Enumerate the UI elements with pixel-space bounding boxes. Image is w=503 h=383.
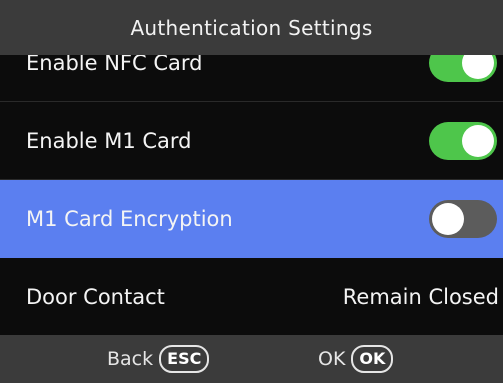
back-label: Back (107, 348, 154, 370)
m1-card-encryption-toggle[interactable] (429, 199, 497, 238)
setting-row-m1-card[interactable]: Enable M1 Card (0, 102, 503, 180)
toggle-knob (432, 202, 464, 235)
door-contact-value: Remain Closed (342, 284, 499, 309)
screen: Authentication Settings Enable NFC Card … (0, 0, 503, 383)
back-button[interactable]: Back ESC (107, 345, 210, 373)
page-title: Authentication Settings (0, 0, 503, 55)
footer-bar: Back ESC OK OK (0, 335, 503, 383)
esc-key-icon: ESC (159, 345, 210, 373)
setting-row-door-contact[interactable]: Door Contact Remain Closed (0, 258, 503, 336)
ok-key-icon: OK (351, 345, 394, 373)
ok-button[interactable]: OK OK (318, 345, 394, 373)
toggle-knob (462, 124, 494, 157)
m1-card-toggle[interactable] (429, 121, 497, 160)
ok-label: OK (318, 348, 346, 370)
settings-list: Enable NFC Card Enable M1 Card M1 Card E… (0, 24, 503, 336)
setting-row-m1-card-encryption[interactable]: M1 Card Encryption (0, 180, 503, 258)
